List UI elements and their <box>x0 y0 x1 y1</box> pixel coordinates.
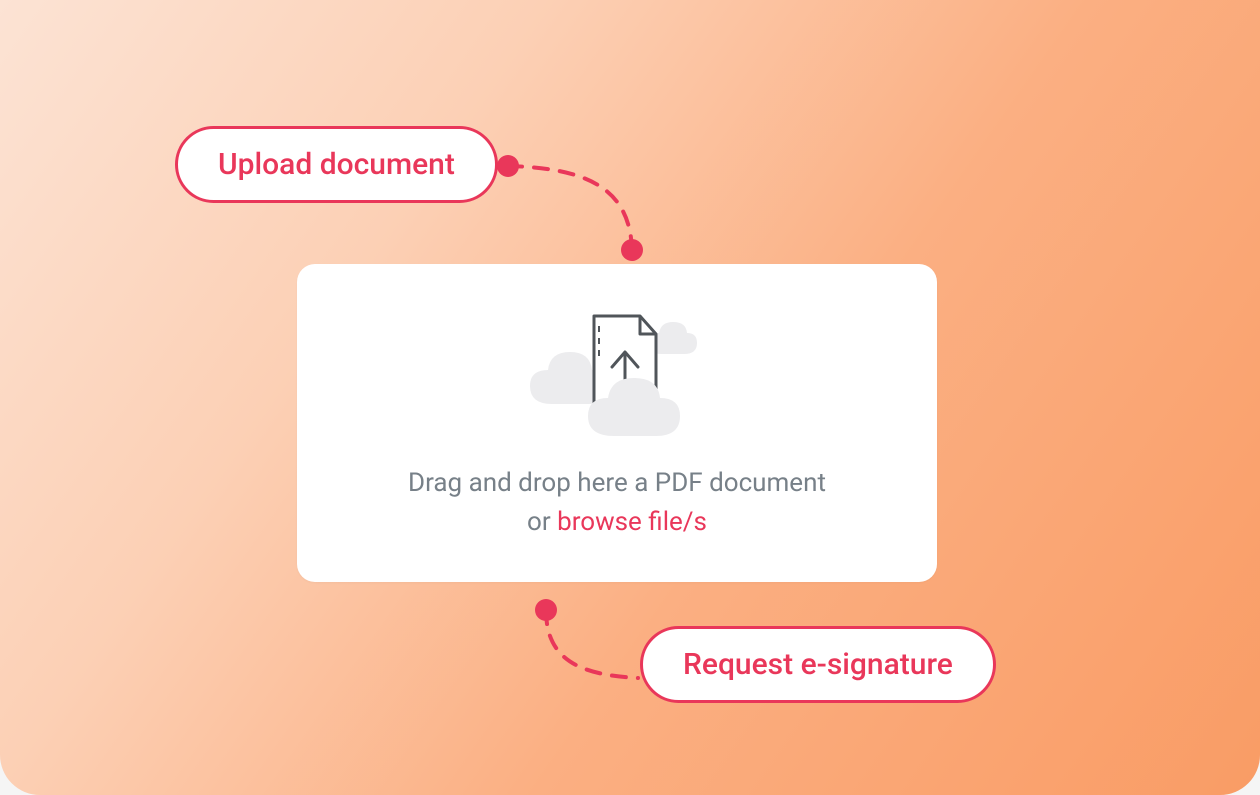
dropzone-line2: or browse file/s <box>408 503 826 542</box>
upload-document-text: Upload document <box>218 147 455 182</box>
dropzone-text: Drag and drop here a PDF document or bro… <box>408 464 826 542</box>
connector-top <box>490 150 690 280</box>
feature-canvas: Upload document <box>0 0 1260 795</box>
request-esignature-text: Request e-signature <box>683 647 953 682</box>
dropzone-or: or <box>527 507 557 537</box>
browse-files-link[interactable]: browse file/s <box>557 507 707 537</box>
request-esignature-label: Request e-signature <box>640 626 996 703</box>
file-upload-cloud-icon <box>522 304 712 444</box>
upload-document-label: Upload document <box>175 126 498 203</box>
upload-illustration <box>522 304 712 444</box>
upload-dropzone[interactable]: Drag and drop here a PDF document or bro… <box>297 264 937 582</box>
dropzone-line1: Drag and drop here a PDF document <box>408 464 826 503</box>
